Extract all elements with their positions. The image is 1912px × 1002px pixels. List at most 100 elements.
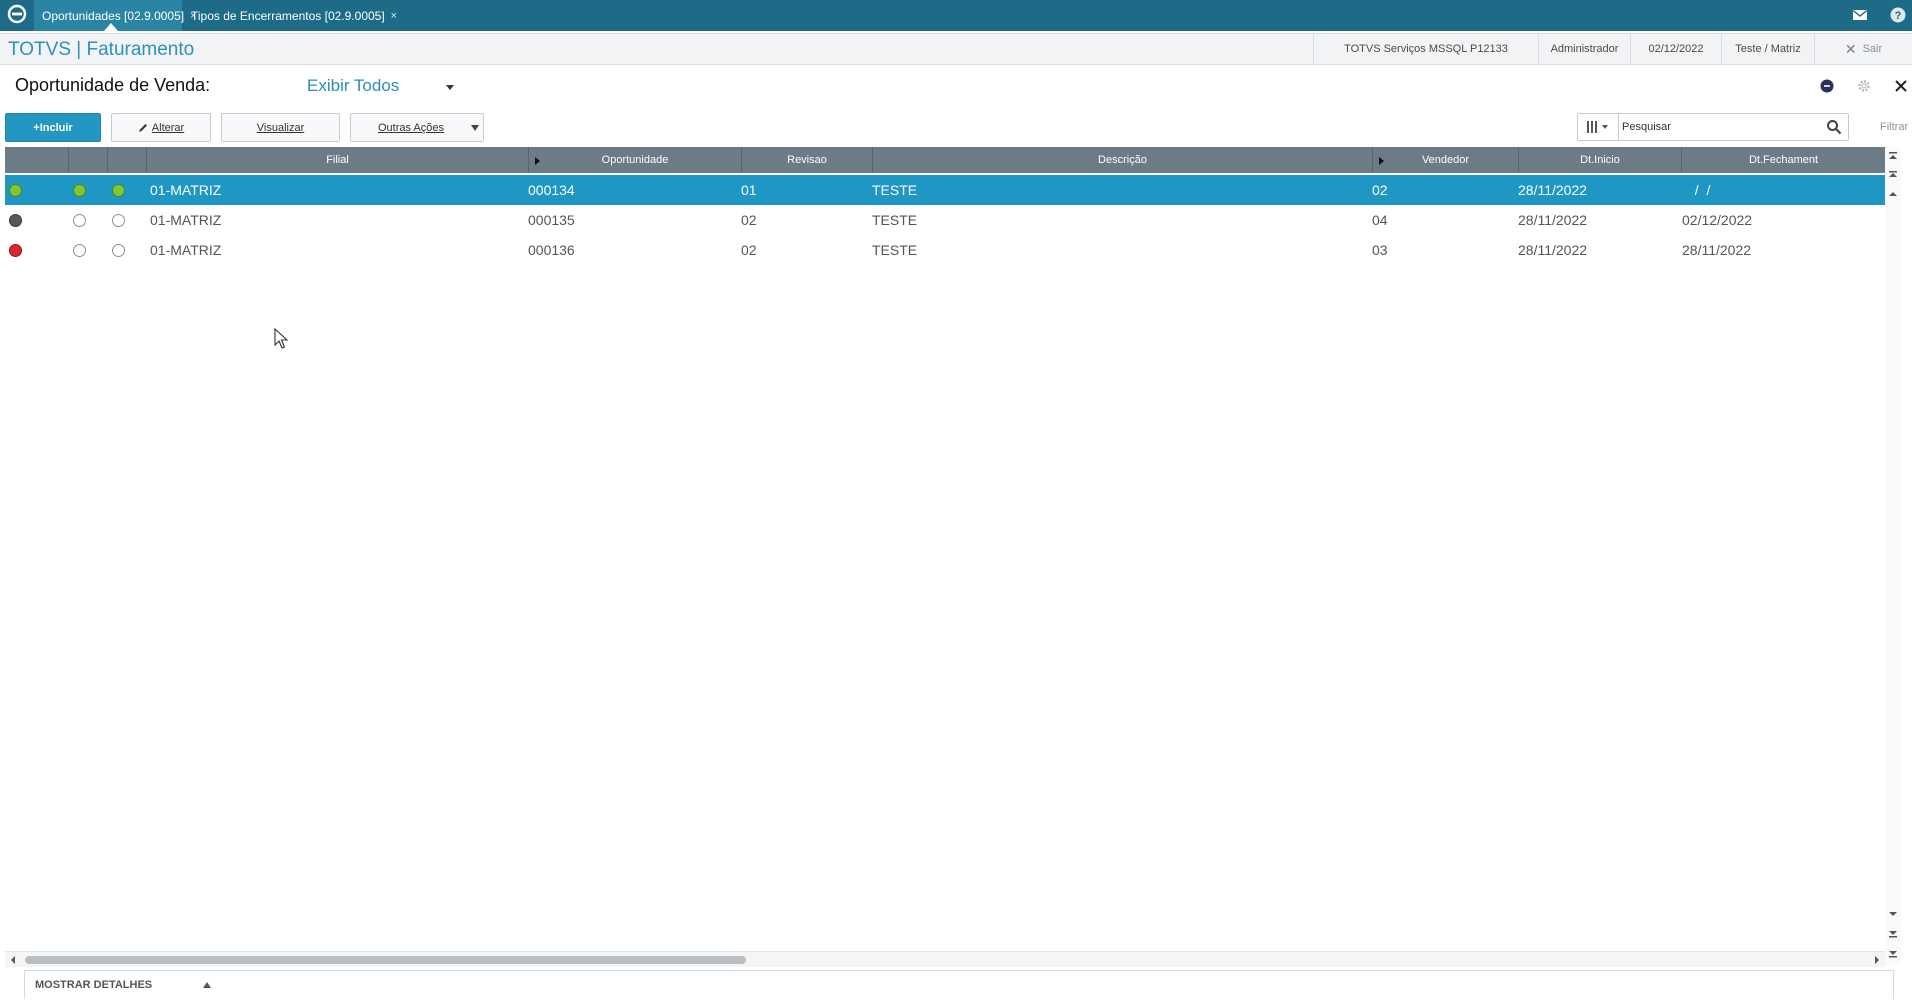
cell-dt-inicio: 28/11/2022 — [1518, 182, 1588, 198]
cell-descricao: TESTE — [872, 242, 918, 258]
horizontal-scroll-thumb[interactable] — [25, 956, 746, 964]
cell-filial: 01-MATRIZ — [150, 242, 222, 258]
column-label: Vendedor — [1421, 154, 1470, 166]
top-tab-bar: Oportunidades [02.9.0005] × Tipos de Enc… — [0, 0, 1912, 31]
column-label: Revisao — [787, 154, 827, 166]
search-column-selector[interactable] — [1578, 114, 1619, 140]
legend-icon[interactable] — [1820, 79, 1834, 93]
environment-info: TOTVS Serviços MSSQL P12133 — [1313, 34, 1538, 64]
other-actions-button[interactable]: Outras Ações — [350, 113, 484, 142]
tab-close-icon[interactable]: × — [385, 10, 402, 22]
pencil-icon — [138, 123, 147, 132]
status-dot-icon — [9, 184, 22, 197]
status-dot-icon — [112, 184, 125, 197]
search-input[interactable] — [1622, 117, 1822, 137]
cell-revisao: 02 — [741, 242, 757, 258]
grid-header: Filial Oportunidade Revisao Descrição Ve… — [5, 147, 1885, 173]
mail-icon[interactable] — [1851, 6, 1869, 24]
app-header: TOTVS | Faturamento TOTVS Serviços MSSQL… — [0, 33, 1912, 65]
column-oportunidade[interactable]: Oportunidade — [529, 147, 742, 173]
date-info: 02/12/2022 — [1630, 34, 1721, 64]
search-box — [1577, 113, 1849, 141]
filter-link[interactable]: Filtrar — [1880, 121, 1908, 133]
table-row[interactable]: 01-MATRIZ 000135 02 TESTE 04 28/11/2022 … — [5, 205, 1885, 235]
close-window-icon[interactable] — [1894, 79, 1908, 93]
column-label: Dt.Inicio — [1580, 154, 1620, 166]
tab-tipos-encerramentos[interactable]: Tipos de Encerramentos [02.9.0005] × — [183, 0, 397, 31]
help-icon[interactable]: ? — [1889, 6, 1907, 24]
gear-icon[interactable] — [1857, 79, 1871, 93]
tab-label: Tipos de Encerramentos [02.9.0005] — [191, 8, 385, 23]
cell-filial: 01-MATRIZ — [150, 212, 222, 228]
table-row[interactable]: 01-MATRIZ 000134 01 TESTE 02 28/11/2022 … — [5, 175, 1885, 205]
status-dot-icon — [9, 244, 22, 257]
cell-dt-fechamento: / / — [1687, 182, 1711, 198]
column-label: Descrição — [1098, 154, 1147, 166]
exit-label: Sair — [1862, 43, 1883, 55]
page-title: Oportunidade de Venda: — [15, 75, 211, 95]
column-label: Dt.Fechament — [1748, 154, 1819, 166]
cell-oportunidade: 000136 — [528, 242, 575, 258]
mouse-cursor-icon — [274, 328, 288, 349]
column-status-2[interactable] — [69, 147, 108, 173]
horizontal-scrollbar[interactable] — [5, 951, 1885, 967]
cell-oportunidade: 000134 — [528, 182, 575, 198]
scroll-right-icon[interactable] — [1873, 955, 1881, 965]
vertical-scrollbar[interactable] — [1885, 147, 1901, 965]
column-label: Oportunidade — [601, 154, 669, 166]
svg-text:?: ? — [1895, 10, 1902, 22]
other-actions-label: Outras Ações — [377, 121, 445, 134]
edit-label: Alterar — [151, 121, 185, 134]
active-tab-indicator — [104, 23, 118, 31]
app-title: TOTVS | Faturamento — [8, 39, 195, 60]
sort-arrow-icon — [1379, 157, 1384, 165]
tab-label: Oportunidades [02.9.0005] — [42, 8, 185, 23]
cell-vendedor: 03 — [1372, 242, 1388, 258]
search-icon[interactable] — [1826, 119, 1842, 135]
add-button[interactable]: +Incluir — [5, 113, 101, 142]
cell-dt-inicio: 28/11/2022 — [1518, 212, 1588, 228]
cell-revisao: 01 — [741, 182, 757, 198]
details-panel-toggle[interactable]: MOSTRAR DETALHES — [24, 970, 1894, 999]
cell-revisao: 02 — [741, 212, 757, 228]
cell-descricao: TESTE — [872, 212, 918, 228]
chevron-up-icon[interactable] — [203, 982, 211, 988]
column-vendedor[interactable]: Vendedor — [1373, 147, 1519, 173]
edit-button[interactable]: Alterar — [111, 113, 211, 142]
column-status-1[interactable] — [5, 147, 69, 173]
status-dot-icon — [9, 214, 22, 227]
show-details-label[interactable]: MOSTRAR DETALHES — [35, 979, 152, 991]
status-dot-icon — [112, 214, 125, 227]
status-dot-icon — [73, 214, 86, 227]
scroll-bottom-icon[interactable] — [1887, 909, 1899, 963]
status-dot-icon — [73, 244, 86, 257]
cell-filial: 01-MATRIZ — [150, 182, 222, 198]
column-label: Filial — [326, 154, 349, 166]
cell-descricao: TESTE — [872, 182, 918, 198]
exit-button[interactable]: ✕ Sair — [1814, 34, 1912, 64]
totvs-logo-icon[interactable] — [6, 3, 28, 25]
column-dt-inicio[interactable]: Dt.Inicio — [1519, 147, 1682, 173]
column-status-3[interactable] — [108, 147, 147, 173]
column-descricao[interactable]: Descrição — [873, 147, 1373, 173]
chevron-down-icon — [471, 125, 479, 131]
cell-vendedor: 04 — [1372, 212, 1388, 228]
status-dot-icon — [73, 184, 86, 197]
columns-icon — [1587, 121, 1608, 133]
chevron-down-icon[interactable] — [446, 85, 454, 90]
column-filial[interactable]: Filial — [147, 147, 529, 173]
filter-view-select[interactable]: Exibir Todos — [307, 76, 399, 96]
status-dot-icon — [112, 244, 125, 257]
scroll-top-icon[interactable] — [1887, 151, 1899, 203]
column-dt-fechamento[interactable]: Dt.Fechament — [1682, 147, 1885, 173]
view-button[interactable]: Visualizar — [221, 113, 340, 142]
column-revisao[interactable]: Revisao — [742, 147, 873, 173]
cell-oportunidade: 000135 — [528, 212, 575, 228]
cell-vendedor: 02 — [1372, 182, 1388, 198]
sort-arrow-icon — [535, 157, 540, 165]
scroll-left-icon[interactable] — [9, 955, 17, 965]
table-row[interactable]: 01-MATRIZ 000136 02 TESTE 03 28/11/2022 … — [5, 235, 1885, 265]
cell-dt-inicio: 28/11/2022 — [1518, 242, 1588, 258]
cell-dt-fechamento: 28/11/2022 — [1682, 242, 1752, 258]
cell-dt-fechamento: 02/12/2022 — [1682, 212, 1753, 228]
